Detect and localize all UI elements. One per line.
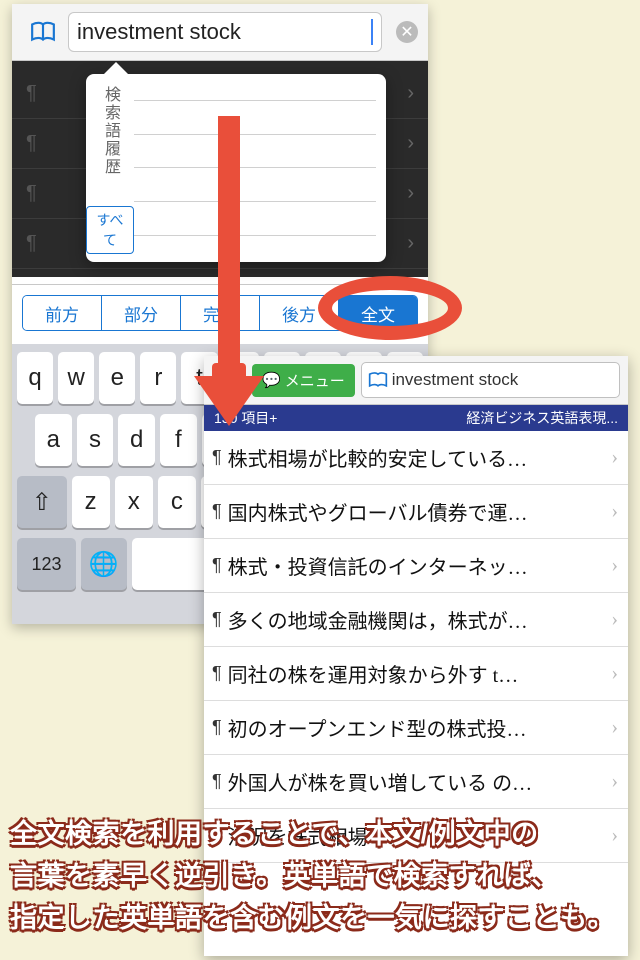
result-row[interactable]: ¶初のオープンエンド型の株式投…›	[204, 701, 628, 755]
caption-line-1: 全文検索を利用することで、本文/例文中の	[10, 814, 630, 856]
shift-icon: ⇧	[32, 488, 52, 517]
right-search-text: investment stock	[392, 370, 519, 390]
book-icon	[30, 21, 56, 43]
key-f[interactable]: f	[160, 414, 197, 466]
right-toolbar: ⚙ 💬 メニュー investment stock	[204, 356, 628, 405]
highlight-circle	[318, 276, 462, 340]
search-text: investment stock	[77, 19, 371, 45]
close-icon: ✕	[400, 22, 413, 42]
caption-line-3: 指定した英単語を含む例文を一気に探すことも。	[10, 898, 630, 940]
speech-bubble-icon: 💬	[262, 371, 281, 389]
key-123[interactable]: 123	[17, 538, 76, 590]
result-count-bar: 130 項目+ 経済ビジネス英語表現...	[204, 405, 628, 431]
key-x[interactable]: x	[115, 476, 153, 528]
bottom-caption: 全文検索を利用することで、本文/例文中の 言葉を素早く逆引き。英単語で検索すれば…	[0, 800, 640, 960]
book-icon	[368, 371, 388, 389]
seg-prefix[interactable]: 前方	[23, 296, 102, 330]
search-field[interactable]: investment stock	[68, 12, 382, 52]
menu-label: メニュー	[285, 370, 345, 391]
globe-icon: 🌐	[89, 550, 119, 579]
chevron-right-icon: ›	[611, 446, 618, 469]
result-source: 経済ビジネス英語表現...	[466, 408, 618, 428]
clear-search-button[interactable]: ✕	[396, 21, 418, 43]
right-search-field[interactable]: investment stock	[361, 362, 620, 398]
chevron-right-icon: ›	[611, 716, 618, 739]
result-row[interactable]: ¶国内株式やグローバル債券で運…›	[204, 485, 628, 539]
annotation-arrow	[206, 116, 252, 426]
chevron-right-icon: ›	[611, 500, 618, 523]
key-d[interactable]: d	[118, 414, 155, 466]
chevron-right-icon: ›	[611, 770, 618, 793]
key-a[interactable]: a	[35, 414, 72, 466]
result-row[interactable]: ¶株式・投資信託のインターネッ…›	[204, 539, 628, 593]
key-r[interactable]: r	[140, 352, 176, 404]
show-all-history-button[interactable]: すべて	[86, 206, 134, 254]
key-z[interactable]: z	[72, 476, 110, 528]
popover-title: 検索語履歴	[98, 86, 122, 176]
results-list: ¶株式相場が比較的安定している…› ¶国内株式やグローバル債券で運…› ¶株式・…	[204, 431, 628, 863]
chevron-right-icon: ›	[611, 662, 618, 685]
key-c[interactable]: c	[158, 476, 196, 528]
key-q[interactable]: q	[17, 352, 53, 404]
seg-partial[interactable]: 部分	[102, 296, 181, 330]
menu-button[interactable]: 💬 メニュー	[252, 364, 355, 397]
chevron-right-icon: ›	[611, 554, 618, 577]
key-globe[interactable]: 🌐	[81, 538, 126, 590]
key-shift[interactable]: ⇧	[17, 476, 67, 528]
key-s[interactable]: s	[77, 414, 114, 466]
search-bar: investment stock ✕	[12, 4, 428, 61]
key-w[interactable]: w	[58, 352, 94, 404]
key-e[interactable]: e	[99, 352, 135, 404]
result-row[interactable]: ¶株式相場が比較的安定している…›	[204, 431, 628, 485]
result-row[interactable]: ¶多くの地域金融機関は，株式が…›	[204, 593, 628, 647]
dictionary-button[interactable]	[22, 12, 64, 52]
chevron-right-icon: ›	[611, 608, 618, 631]
text-cursor	[371, 19, 373, 45]
caption-line-2: 言葉を素早く逆引き。英単語で検索すれば、	[10, 856, 630, 898]
history-empty-lines	[134, 74, 386, 262]
result-row[interactable]: ¶同社の株を運用対象から外す t…›	[204, 647, 628, 701]
